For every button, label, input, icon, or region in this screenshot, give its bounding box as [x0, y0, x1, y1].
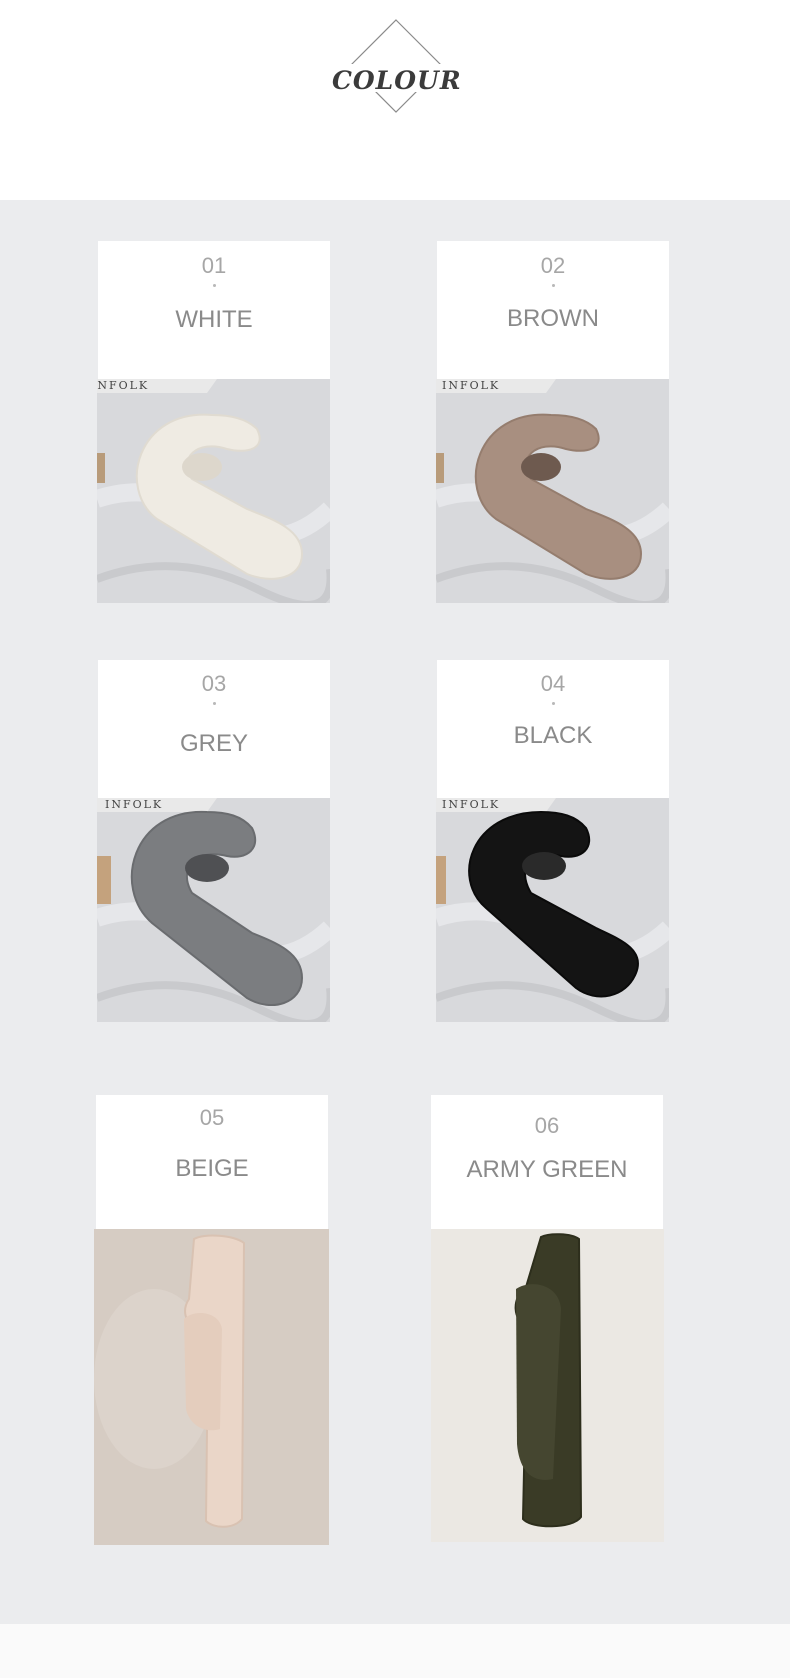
brand-text: INFOLK	[442, 798, 501, 811]
swatch-name: BLACK	[513, 722, 593, 749]
swatch-name: BROWN	[507, 305, 599, 332]
swatch-card-header-black: 04 BLACK	[437, 660, 669, 798]
swatch-number: 06	[534, 1113, 560, 1138]
swatch-number: 04	[540, 671, 566, 696]
section-title: COLOUR	[332, 66, 462, 95]
brand-text: INFOLK	[105, 798, 164, 811]
divider-dot	[213, 702, 216, 705]
product-photo-grey: INFOLK	[97, 798, 330, 1022]
divider-dot	[552, 702, 555, 705]
product-photo-army-green	[431, 1229, 664, 1542]
swatch-number: 05	[199, 1105, 225, 1130]
product-photo-black: INFOLK	[436, 798, 669, 1022]
brand-text: INFOLK	[442, 379, 501, 392]
colour-logo: COLOUR	[332, 18, 462, 114]
swatch-card-header-army-green: 06 ARMY GREEN	[431, 1095, 663, 1229]
swatch-name: GREY	[179, 730, 248, 757]
swatch-card-header-beige: 05 BEIGE	[96, 1095, 328, 1229]
swatch-card-header-brown: 02 BROWN	[437, 241, 669, 379]
footer-strip	[0, 1624, 790, 1678]
swatch-card-header-white: 01 WHITE	[98, 241, 330, 379]
product-photo-beige	[94, 1229, 329, 1545]
swatch-number: 03	[201, 671, 227, 696]
swatch-number: 01	[201, 253, 227, 278]
swatch-name: ARMY GREEN	[466, 1156, 628, 1183]
swatch-card-header-grey: 03 GREY	[98, 660, 330, 798]
swatch-name: BEIGE	[175, 1155, 249, 1182]
header: COLOUR	[0, 0, 790, 200]
brand-text: INFOLK	[97, 379, 150, 392]
product-photo-brown: INFOLK	[436, 379, 669, 603]
swatch-name: WHITE	[175, 306, 253, 333]
divider-dot	[552, 284, 555, 287]
swatch-number: 02	[540, 253, 566, 278]
divider-dot	[213, 284, 216, 287]
product-photo-white: INFOLK	[97, 379, 330, 603]
